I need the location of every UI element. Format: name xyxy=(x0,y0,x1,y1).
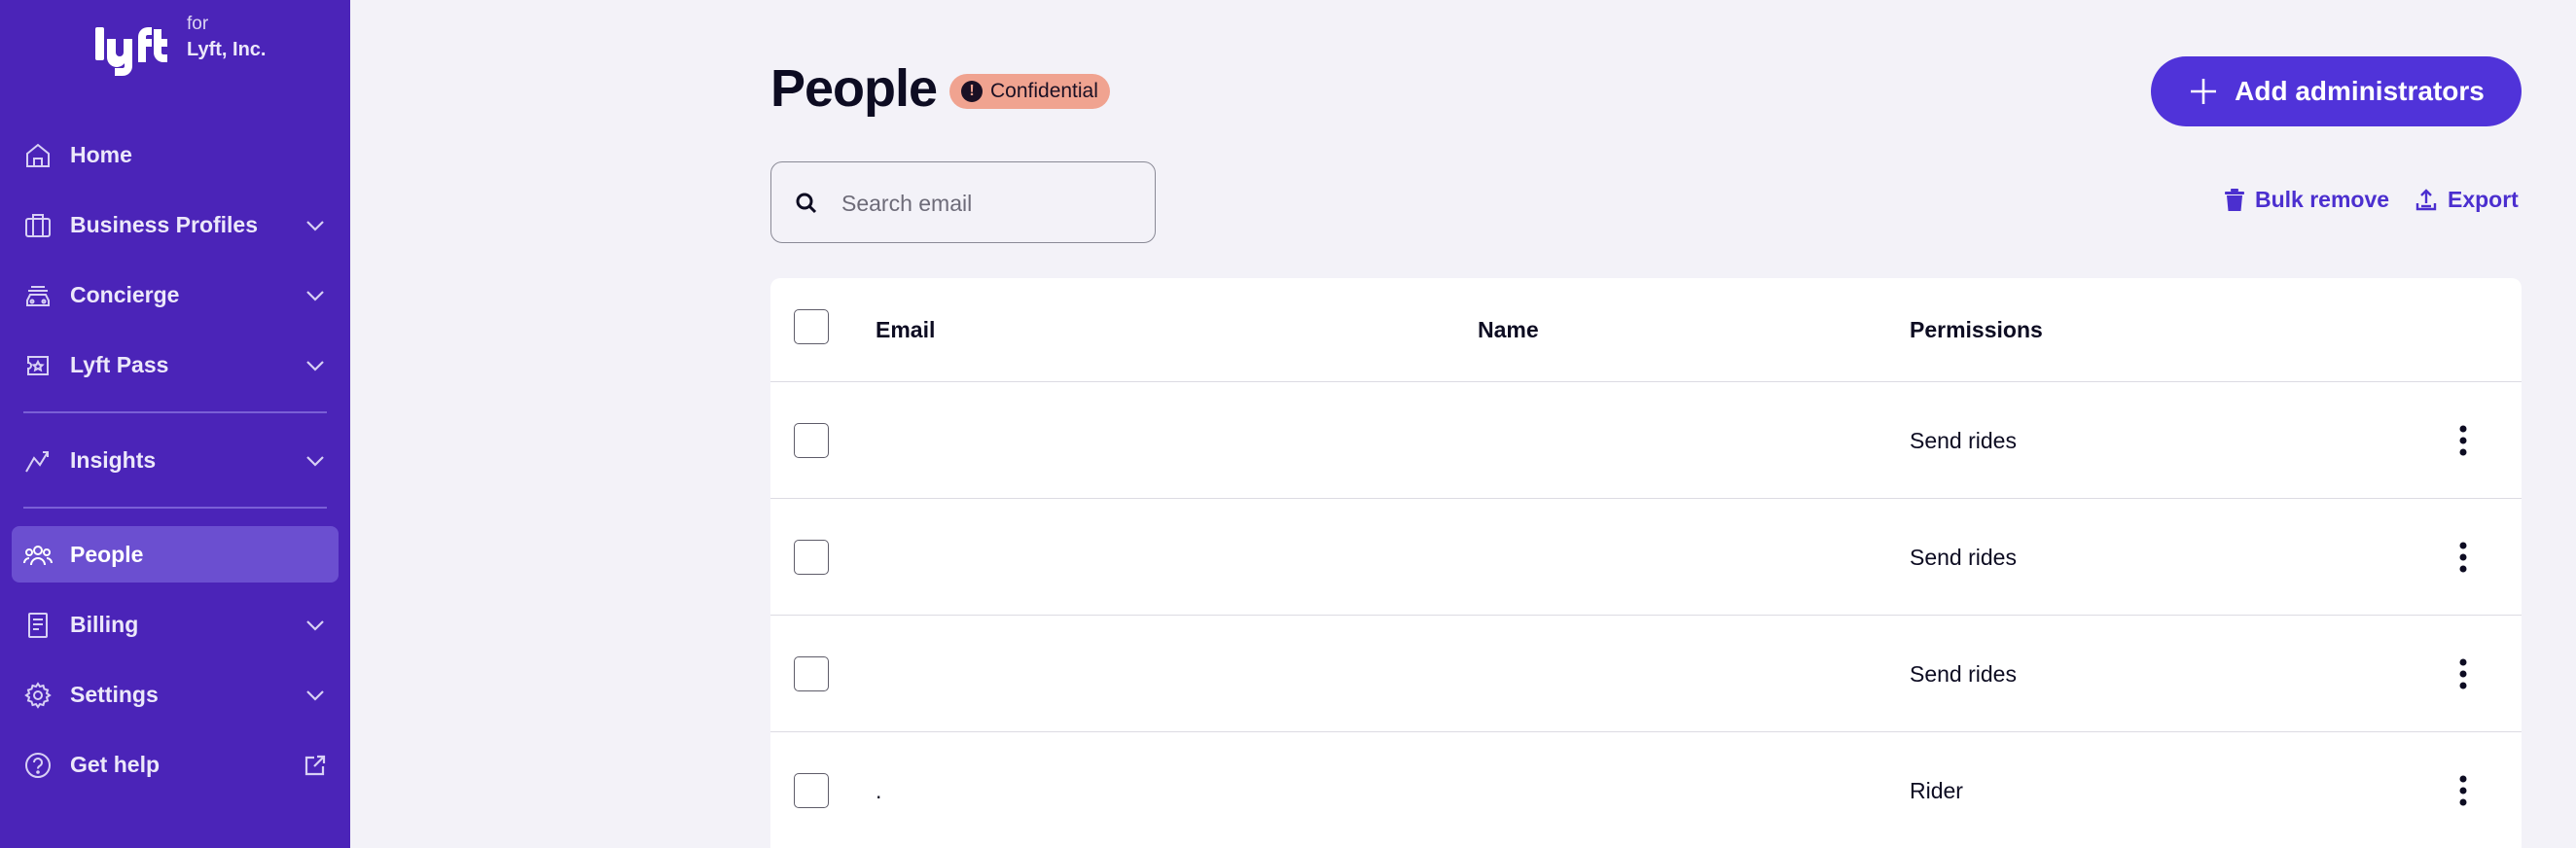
table-row[interactable]: Send rides xyxy=(770,381,2522,498)
cell-permissions: Send rides xyxy=(1910,661,2017,687)
lyft-logo xyxy=(95,27,167,76)
sidebar-item-label: Concierge xyxy=(70,281,180,307)
sidebar-item-home[interactable]: Home xyxy=(12,126,339,183)
sidebar-item-label: Insights xyxy=(70,446,157,473)
row-checkbox[interactable] xyxy=(794,656,829,691)
trend-chart-icon xyxy=(25,451,49,473)
concierge-car-icon xyxy=(26,286,50,306)
chevron-down-icon[interactable] xyxy=(304,354,327,377)
brand-for: for xyxy=(187,14,209,34)
export-button[interactable]: Export xyxy=(2415,187,2519,213)
add-administrators-button[interactable]: Add administrators xyxy=(2151,56,2522,126)
chevron-down-icon[interactable] xyxy=(304,614,327,637)
chevron-down-icon[interactable] xyxy=(304,284,327,307)
sidebar-item-label: Home xyxy=(70,141,132,167)
sidebar-item-concierge[interactable]: Concierge xyxy=(12,266,339,323)
more-options-icon[interactable] xyxy=(2450,656,2477,691)
table-row[interactable]: Send rides xyxy=(770,615,2522,731)
search-input[interactable] xyxy=(841,182,1133,225)
more-options-icon[interactable] xyxy=(2450,423,2477,458)
receipt-icon xyxy=(28,613,48,638)
search-box[interactable] xyxy=(770,161,1156,243)
export-icon xyxy=(2415,188,2437,210)
cell-permissions: Send rides xyxy=(1910,428,2017,453)
sidebar-item-label: Get help xyxy=(70,751,161,777)
confidential-badge: ! Confidential xyxy=(949,74,1110,109)
row-checkbox[interactable] xyxy=(794,540,829,575)
cell-permissions: Rider xyxy=(1910,778,1963,803)
brand[interactable]: for Lyft, Inc. xyxy=(93,14,288,82)
alert-icon: ! xyxy=(961,81,983,102)
badge-label: Confidential xyxy=(990,80,1098,102)
sidebar-item-lyft-pass[interactable]: Lyft Pass xyxy=(12,336,339,393)
table-header: Email Name Permissions xyxy=(770,278,2522,383)
sidebar: for Lyft, Inc. Home Business Profiles Co… xyxy=(0,0,350,848)
brand-company: Lyft, Inc. xyxy=(187,39,267,60)
briefcase-icon xyxy=(25,214,51,237)
chevron-down-icon[interactable] xyxy=(304,684,327,707)
main-content: People ! Confidential Add administrators… xyxy=(350,0,2576,848)
chevron-down-icon[interactable] xyxy=(304,214,327,237)
home-icon xyxy=(26,143,50,167)
sidebar-item-people[interactable]: People xyxy=(12,526,339,583)
row-checkbox[interactable] xyxy=(794,423,829,458)
bulk-remove-button[interactable]: Bulk remove xyxy=(2224,187,2389,213)
select-all-checkbox[interactable] xyxy=(794,309,829,344)
help-circle-icon xyxy=(25,753,51,778)
chevron-down-icon[interactable] xyxy=(304,449,327,473)
people-icon xyxy=(23,546,53,566)
nav-divider xyxy=(23,507,327,509)
sidebar-item-label: Settings xyxy=(70,681,159,707)
more-options-icon[interactable] xyxy=(2450,540,2477,575)
sidebar-item-label: Billing xyxy=(70,611,139,637)
sidebar-item-get-help[interactable]: Get help xyxy=(12,736,339,793)
table-row[interactable]: Send rides xyxy=(770,498,2522,615)
more-options-icon[interactable] xyxy=(2450,773,2477,808)
export-label: Export xyxy=(2448,187,2519,212)
external-link-icon xyxy=(304,755,326,776)
gear-icon xyxy=(24,682,52,709)
plus-icon xyxy=(2191,79,2217,104)
cell-email: . xyxy=(876,778,882,803)
column-header-permissions[interactable]: Permissions xyxy=(1910,317,2043,343)
column-header-email[interactable]: Email xyxy=(876,317,935,343)
people-table: Email Name Permissions Send rides Send r… xyxy=(770,278,2522,848)
page-title: People xyxy=(770,59,938,118)
bulk-remove-label: Bulk remove xyxy=(2255,187,2390,212)
pass-ticket-icon xyxy=(27,356,49,375)
sidebar-item-label: People xyxy=(70,541,144,567)
sidebar-item-label: Lyft Pass xyxy=(70,351,169,377)
sidebar-item-business-profiles[interactable]: Business Profiles xyxy=(12,196,339,253)
nav-divider xyxy=(23,411,327,413)
sidebar-item-insights[interactable]: Insights xyxy=(12,432,339,488)
search-icon xyxy=(796,193,817,214)
sidebar-item-settings[interactable]: Settings xyxy=(12,666,339,723)
row-checkbox[interactable] xyxy=(794,773,829,808)
trash-icon xyxy=(2225,188,2244,211)
sidebar-item-label: Business Profiles xyxy=(70,211,259,237)
cell-permissions: Send rides xyxy=(1910,545,2017,570)
table-row[interactable]: . Rider xyxy=(770,731,2522,848)
column-header-name[interactable]: Name xyxy=(1478,317,1539,343)
sidebar-item-billing[interactable]: Billing xyxy=(12,596,339,653)
add-button-label: Add administrators xyxy=(2235,76,2485,106)
